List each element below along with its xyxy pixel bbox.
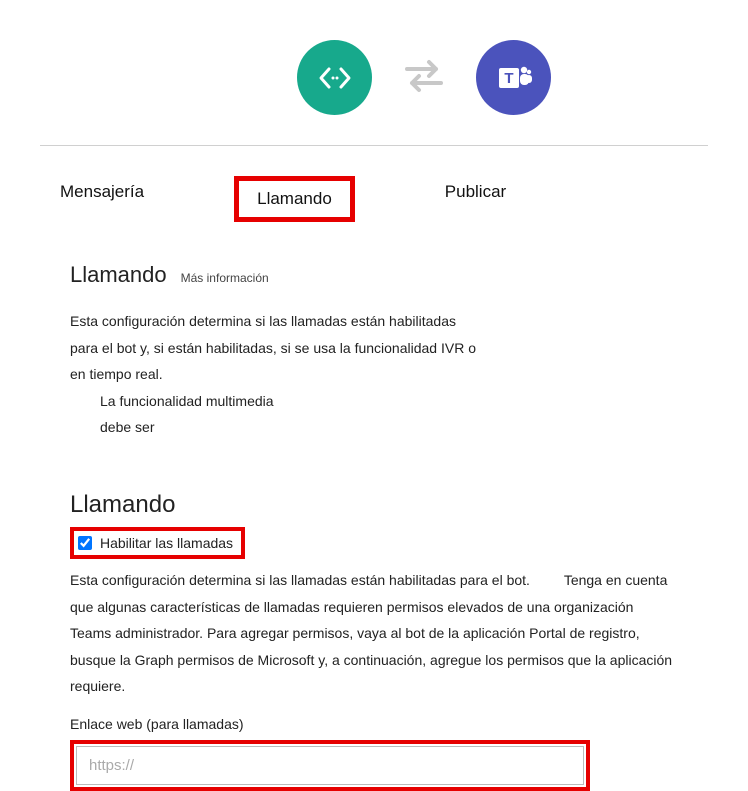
desc-part-b: La funcionalidad multimedia debe ser bbox=[100, 388, 300, 441]
enable-calling-checkbox[interactable] bbox=[78, 536, 92, 550]
desc-part-a: Esta configuración determina si las llam… bbox=[70, 308, 480, 388]
tab-publish[interactable]: Publicar bbox=[435, 176, 516, 208]
webhook-input[interactable] bbox=[76, 746, 584, 785]
header-icons: T bbox=[100, 0, 748, 145]
enable-calling-checkbox-row[interactable]: Habilitar las llamadas bbox=[70, 527, 245, 559]
webhook-label: Enlace web (para llamadas) bbox=[70, 716, 678, 732]
code-angle-icon bbox=[297, 40, 372, 115]
more-info-link[interactable]: Más información bbox=[181, 271, 269, 285]
svg-text:T: T bbox=[504, 70, 513, 87]
calling-description: Esta configuración determina si las llam… bbox=[70, 567, 678, 700]
webhook-input-highlight bbox=[70, 740, 590, 791]
content-area: Llamando Más información Esta configurac… bbox=[0, 262, 748, 791]
section-description: Esta configuración determina si las llam… bbox=[70, 308, 678, 441]
calling-desc-a: Esta configuración determina si las llam… bbox=[70, 572, 530, 588]
enable-calling-label: Habilitar las llamadas bbox=[100, 535, 233, 551]
swap-arrows-icon bbox=[402, 55, 446, 100]
tab-bar: Mensajería Llamando Publicar bbox=[0, 146, 748, 262]
calling-desc-b: Tenga en cuenta que algunas característi… bbox=[70, 572, 672, 694]
tab-calling[interactable]: Llamando bbox=[234, 176, 355, 222]
teams-icon: T bbox=[476, 40, 551, 115]
subsection-title-calling: Llamando bbox=[70, 491, 678, 519]
tab-messaging[interactable]: Mensajería bbox=[50, 176, 154, 208]
section-title-calling: Llamando bbox=[70, 262, 167, 288]
section-header-row: Llamando Más información bbox=[70, 262, 678, 288]
